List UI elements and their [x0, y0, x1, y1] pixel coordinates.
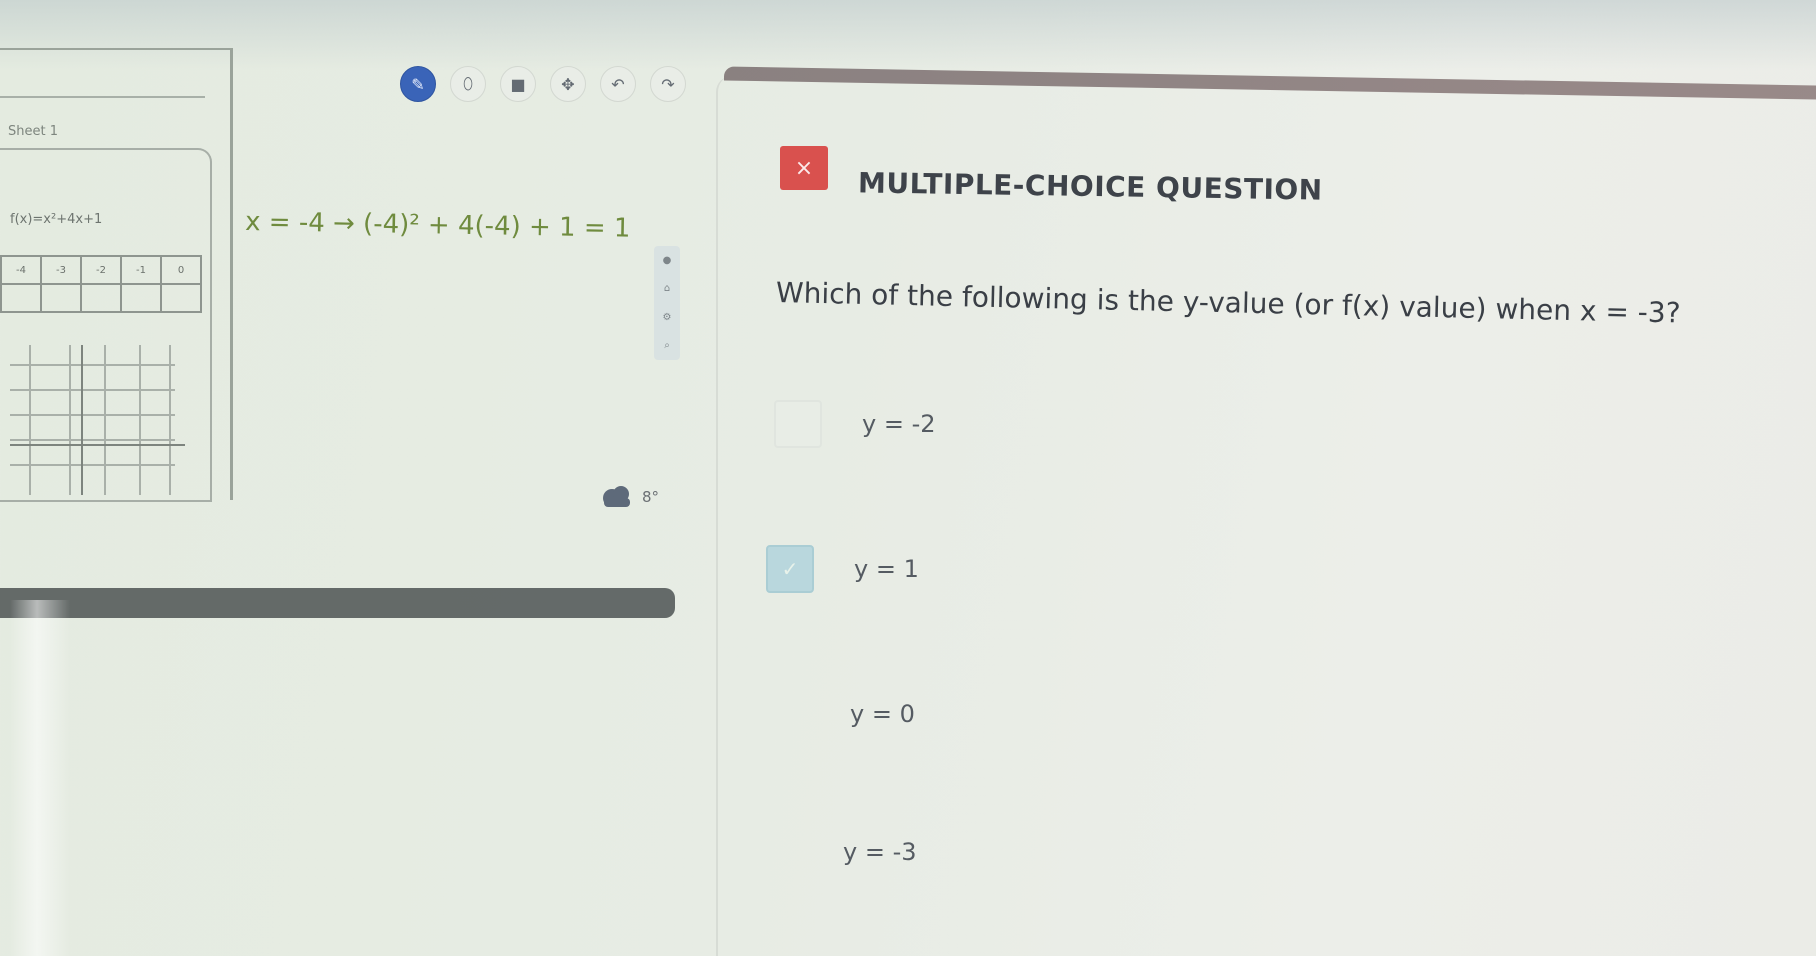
move-icon[interactable]: ✥: [550, 66, 586, 102]
handwritten-work: x = -4 → (-4)² + 4(-4) + 1 = 1: [245, 207, 631, 244]
mini-graph: [10, 345, 185, 495]
sheet-divider: [0, 96, 205, 98]
table-cell[interactable]: [40, 283, 82, 313]
table-header-cell: -2: [80, 255, 122, 285]
check-icon[interactable]: ✓: [766, 545, 814, 593]
option-checkbox[interactable]: [774, 400, 822, 448]
table-cell[interactable]: [160, 283, 202, 313]
answer-option-3[interactable]: y = 0: [850, 700, 915, 728]
option-label: y = 1: [854, 555, 919, 583]
shape-icon[interactable]: ■: [500, 66, 536, 102]
sheet-label: Sheet 1: [8, 124, 58, 139]
answer-option-2[interactable]: ✓ y = 1: [766, 545, 919, 593]
table-cell[interactable]: [120, 283, 162, 313]
handwritten-work-text: x = -4 → (-4)² + 4(-4) + 1 = 1: [245, 207, 631, 244]
screen-glare: [10, 600, 70, 956]
weather-cloud-icon: [603, 486, 630, 507]
answer-option-1[interactable]: y = -2: [774, 400, 936, 448]
equation-preview: f(x)=x²+4x+1: [10, 212, 103, 227]
taskbar-strip: [0, 588, 675, 618]
search-icon[interactable]: ⌕: [664, 340, 670, 351]
option-label: y = -2: [862, 410, 936, 438]
home-icon[interactable]: ⌂: [664, 283, 670, 294]
weather-temperature: 8°: [642, 488, 660, 506]
table-header-cell: 0: [160, 255, 202, 285]
table-cell[interactable]: [0, 283, 42, 313]
pen-icon[interactable]: ✎: [400, 66, 436, 102]
table-header-cell: -4: [0, 255, 42, 285]
option-label: y = 0: [850, 700, 915, 728]
table-cell[interactable]: [80, 283, 122, 313]
top-shading: [0, 0, 1816, 70]
eraser-icon[interactable]: ⬯: [450, 66, 486, 102]
answer-option-4[interactable]: y = -3: [843, 838, 917, 866]
undo-icon[interactable]: ↶: [600, 66, 636, 102]
option-label: y = -3: [843, 838, 917, 866]
value-table: -4 -3 -2 -1 0: [0, 255, 202, 313]
settings-icon[interactable]: ⚙: [663, 312, 672, 323]
close-button[interactable]: ×: [780, 146, 828, 190]
weather-widget[interactable]: 8°: [598, 482, 659, 512]
table-header-cell: -1: [120, 255, 162, 285]
drawing-toolbar: ✎ ⬯ ■ ✥ ↶ ↷: [400, 66, 686, 102]
table-header-cell: -3: [40, 255, 82, 285]
question-panel: [716, 76, 1816, 956]
redo-icon[interactable]: ↷: [650, 66, 686, 102]
dot-icon[interactable]: ●: [663, 255, 672, 266]
mini-side-toolbar: ● ⌂ ⚙ ⌕: [654, 246, 680, 360]
